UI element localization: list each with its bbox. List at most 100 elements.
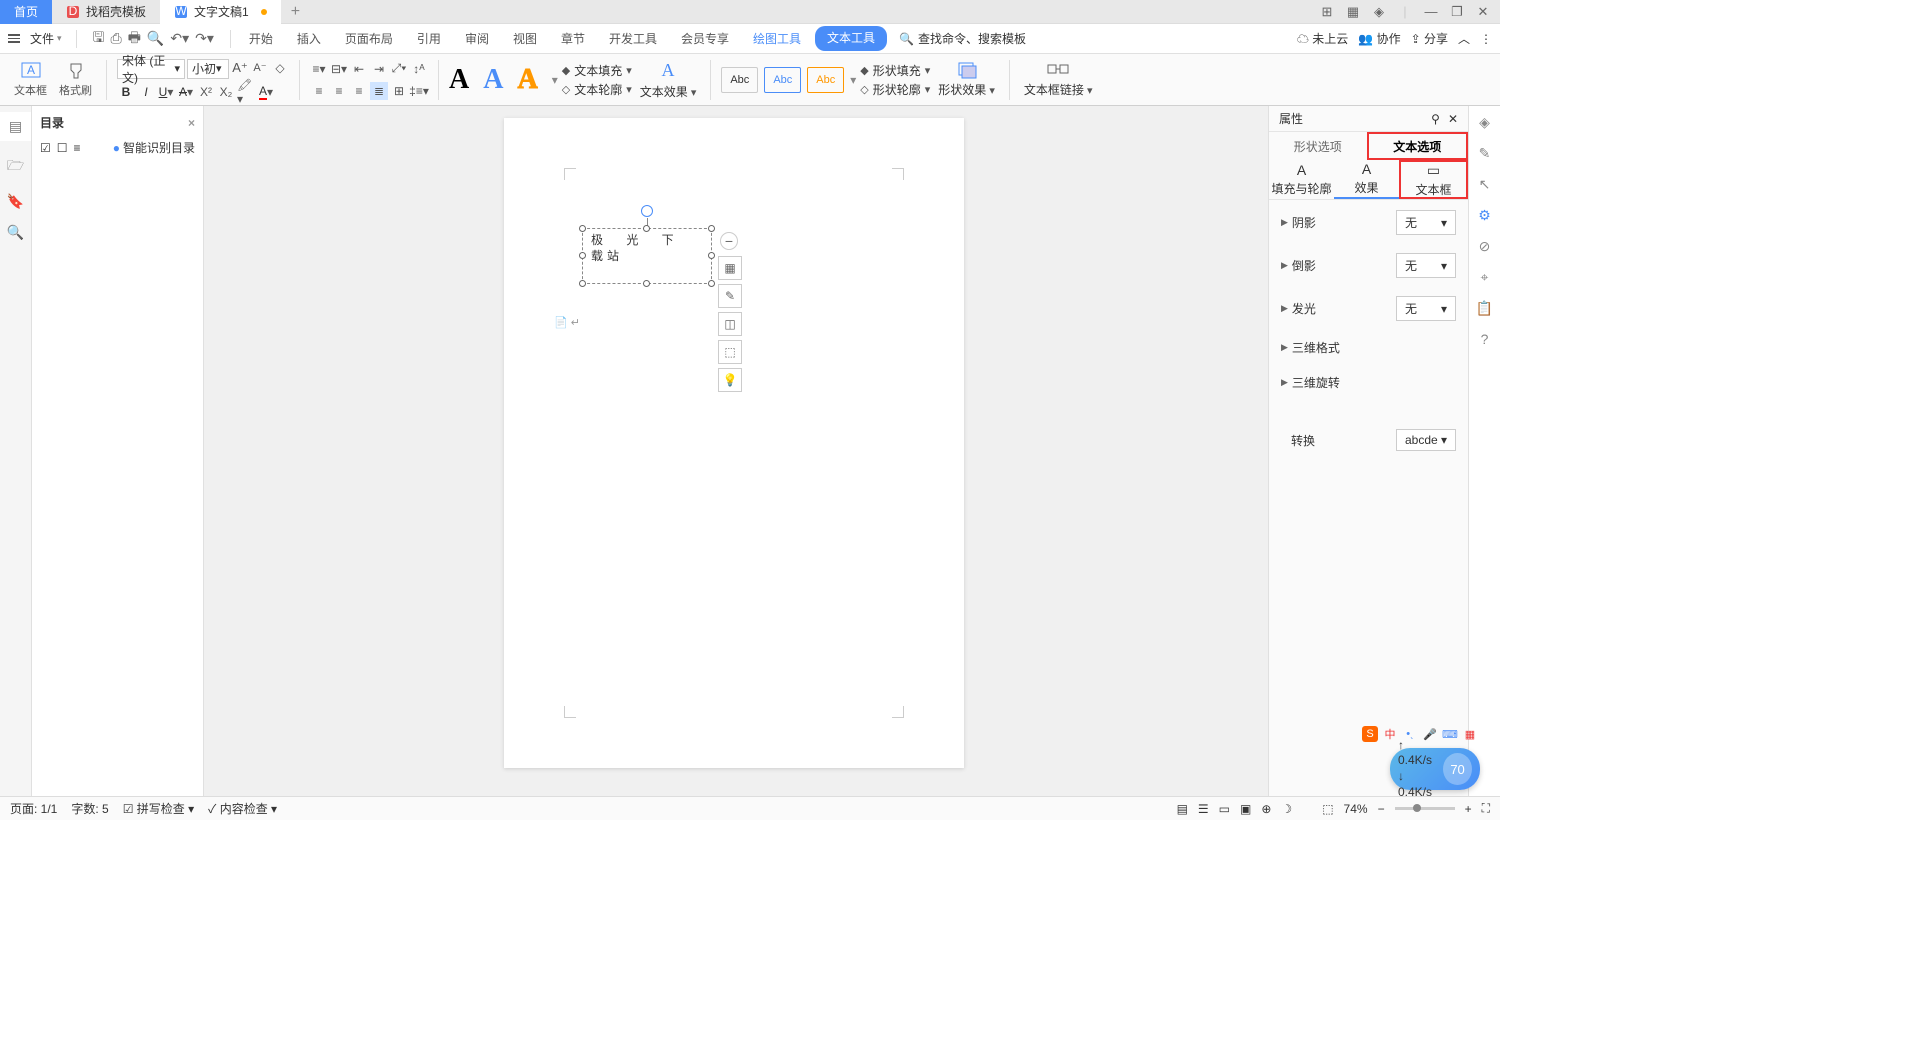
document-page[interactable]: 极 光 下 载站 − ▦ ✎ ◫ ⬚ 💡 📄 ↵ bbox=[504, 118, 964, 768]
font-family-select[interactable]: 宋体 (正文)▾ bbox=[117, 59, 185, 79]
resize-handle[interactable] bbox=[708, 252, 715, 259]
vertical-scrollbar[interactable] bbox=[1256, 106, 1268, 820]
toc-close-icon[interactable]: × bbox=[188, 116, 195, 130]
view-web-icon[interactable]: ▭ bbox=[1219, 802, 1230, 816]
tab-section[interactable]: 章节 bbox=[551, 26, 595, 51]
tab-review[interactable]: 审阅 bbox=[455, 26, 499, 51]
panel-close-icon[interactable]: ✕ bbox=[1448, 112, 1458, 126]
tab-view[interactable]: 视图 bbox=[503, 26, 547, 51]
rotate-handle-icon[interactable] bbox=[641, 205, 653, 217]
grid2-icon[interactable]: ▦ bbox=[1342, 4, 1364, 20]
tab-document[interactable]: W 文字文稿1 bbox=[160, 0, 281, 24]
rail-select-icon[interactable]: ↖ bbox=[1479, 176, 1491, 193]
align-center-icon[interactable]: ≡ bbox=[330, 82, 348, 100]
word-count[interactable]: 字数: 5 bbox=[71, 800, 108, 817]
view-page-icon[interactable]: ▤ bbox=[1177, 802, 1188, 816]
bold-icon[interactable]: B bbox=[117, 83, 135, 101]
tab-member[interactable]: 会员专享 bbox=[671, 26, 739, 51]
font-color-icon[interactable]: A▾ bbox=[257, 83, 275, 101]
rail-settings-icon[interactable]: ⚙ bbox=[1478, 207, 1491, 224]
expand-icon[interactable]: ▶ bbox=[1281, 217, 1288, 228]
expand-icon[interactable]: ▶ bbox=[1281, 342, 1288, 353]
shape-style-3[interactable]: Abc bbox=[807, 67, 844, 93]
tab-dev[interactable]: 开发工具 bbox=[599, 26, 667, 51]
grow-font-icon[interactable]: A⁺ bbox=[231, 59, 249, 77]
textbox-button[interactable]: A 文本框 bbox=[10, 62, 51, 98]
grid1-icon[interactable]: ⊞ bbox=[1316, 4, 1338, 20]
toc-expand-icon[interactable]: ☑ bbox=[40, 141, 51, 155]
shape-style-2[interactable]: Abc bbox=[764, 67, 801, 93]
textbox-content[interactable]: 极 光 下 载站 bbox=[583, 229, 711, 268]
layout-options-icon[interactable]: − bbox=[720, 232, 738, 250]
content-check[interactable]: ✓ 内容检查 ▾ bbox=[208, 800, 277, 817]
tab-start[interactable]: 开始 bbox=[239, 26, 283, 51]
save-icon[interactable]: 🖫 bbox=[93, 27, 105, 51]
zoom-slider[interactable] bbox=[1395, 807, 1455, 810]
rail-help-icon[interactable]: ? bbox=[1481, 331, 1489, 347]
clear-format-icon[interactable]: ◇ bbox=[271, 59, 289, 77]
sort-icon[interactable]: ↕ᴬ bbox=[410, 60, 428, 78]
toc-smart-button[interactable]: ● 智能识别目录 bbox=[113, 139, 195, 156]
file-menu[interactable]: 文件▾ bbox=[24, 30, 68, 47]
pin-icon[interactable]: ⚲ bbox=[1431, 112, 1440, 126]
align-justify-icon[interactable]: ≣ bbox=[370, 82, 388, 100]
fullscreen-icon[interactable]: ⛶ bbox=[1482, 801, 1490, 816]
prop-tab-text[interactable]: 文本选项 bbox=[1367, 132, 1469, 160]
superscript-icon[interactable]: X² bbox=[197, 83, 215, 101]
close-button[interactable]: ✕ bbox=[1472, 4, 1494, 20]
tab-reference[interactable]: 引用 bbox=[407, 26, 451, 51]
resize-handle[interactable] bbox=[708, 225, 715, 232]
rail-template-icon[interactable]: ◈ bbox=[1479, 114, 1490, 131]
shadow-select[interactable]: 无▾ bbox=[1396, 210, 1456, 235]
zoom-value[interactable]: 74% bbox=[1344, 802, 1368, 816]
style-black[interactable]: A bbox=[449, 64, 469, 96]
numbering-icon[interactable]: ⊟▾ bbox=[330, 60, 348, 78]
saveas-icon[interactable]: ⎙ bbox=[110, 30, 121, 47]
subtab-effect[interactable]: A效果 bbox=[1334, 160, 1399, 199]
night-icon[interactable]: ☽ bbox=[1281, 802, 1292, 816]
undo-icon[interactable]: ↶▾ bbox=[170, 30, 189, 47]
style-more-icon[interactable]: ▾ bbox=[552, 73, 558, 87]
text-effect-button[interactable]: A 文本效果 ▾ bbox=[636, 60, 701, 100]
glow-select[interactable]: 无▾ bbox=[1396, 296, 1456, 321]
bookmark-rail-icon[interactable]: 🔖 bbox=[7, 193, 24, 210]
outdent-icon[interactable]: ⇤ bbox=[350, 60, 368, 78]
page-status[interactable]: 页面: 1/1 bbox=[10, 800, 57, 817]
shape-style-more-icon[interactable]: ▾ bbox=[850, 73, 856, 87]
shape-fill-button[interactable]: ◆ 形状填充 ▾ bbox=[860, 62, 930, 79]
globe-icon[interactable]: ⊕ bbox=[1261, 802, 1271, 816]
line-spacing-icon[interactable]: ‡≡▾ bbox=[410, 82, 428, 100]
view-outline-icon[interactable]: ☰ bbox=[1198, 802, 1209, 816]
canvas[interactable]: 极 光 下 载站 − ▦ ✎ ◫ ⬚ 💡 📄 ↵ bbox=[204, 106, 1268, 820]
print-icon[interactable]: 🖶 bbox=[128, 27, 141, 51]
shape-effect-button[interactable]: 形状效果 ▾ bbox=[934, 61, 999, 98]
zoom-out-icon[interactable]: − bbox=[1378, 802, 1385, 816]
indent-icon[interactable]: ⇥ bbox=[370, 60, 388, 78]
rail-clipboard-icon[interactable]: 📋 bbox=[1476, 300, 1493, 317]
reflect-select[interactable]: 无▾ bbox=[1396, 253, 1456, 278]
command-search[interactable]: 🔍 查找命令、搜索模板 bbox=[899, 30, 1026, 47]
new-tab-button[interactable]: + bbox=[281, 3, 310, 21]
ime-lang[interactable]: 中 bbox=[1382, 726, 1398, 742]
rail-limit-icon[interactable]: ⊘ bbox=[1479, 238, 1491, 255]
transform-select[interactable]: abcde▾ bbox=[1396, 429, 1456, 451]
textbox-link-button[interactable]: 文本框链接 ▾ bbox=[1020, 61, 1097, 98]
ime-skin-icon[interactable]: ▦ bbox=[1462, 726, 1478, 742]
text-outline-button[interactable]: ◇ 文本轮廓 ▾ bbox=[562, 81, 632, 98]
spell-check[interactable]: ☑ 拼写检查 ▾ bbox=[123, 800, 194, 817]
text-direction-icon[interactable]: ⤢▾ bbox=[390, 60, 408, 78]
resize-handle[interactable] bbox=[643, 280, 650, 287]
align-left-icon[interactable]: ≡ bbox=[310, 82, 328, 100]
toc-rail-icon[interactable]: ▤ bbox=[0, 112, 31, 141]
expand-icon[interactable]: ▶ bbox=[1281, 260, 1288, 271]
selected-textbox[interactable]: 极 光 下 载站 bbox=[582, 228, 712, 284]
collab-button[interactable]: 👥 协作 bbox=[1358, 30, 1400, 47]
resize-handle[interactable] bbox=[579, 280, 586, 287]
fill-tool-icon[interactable]: ◫ bbox=[718, 312, 742, 336]
style-orange[interactable]: A bbox=[517, 64, 537, 96]
ime-logo-icon[interactable]: S bbox=[1362, 726, 1378, 742]
resize-handle[interactable] bbox=[643, 225, 650, 232]
align-right-icon[interactable]: ≡ bbox=[350, 82, 368, 100]
text-fill-button[interactable]: ◆ 文本填充 ▾ bbox=[562, 62, 632, 79]
share-button[interactable]: ⇪ 分享 bbox=[1411, 30, 1448, 47]
